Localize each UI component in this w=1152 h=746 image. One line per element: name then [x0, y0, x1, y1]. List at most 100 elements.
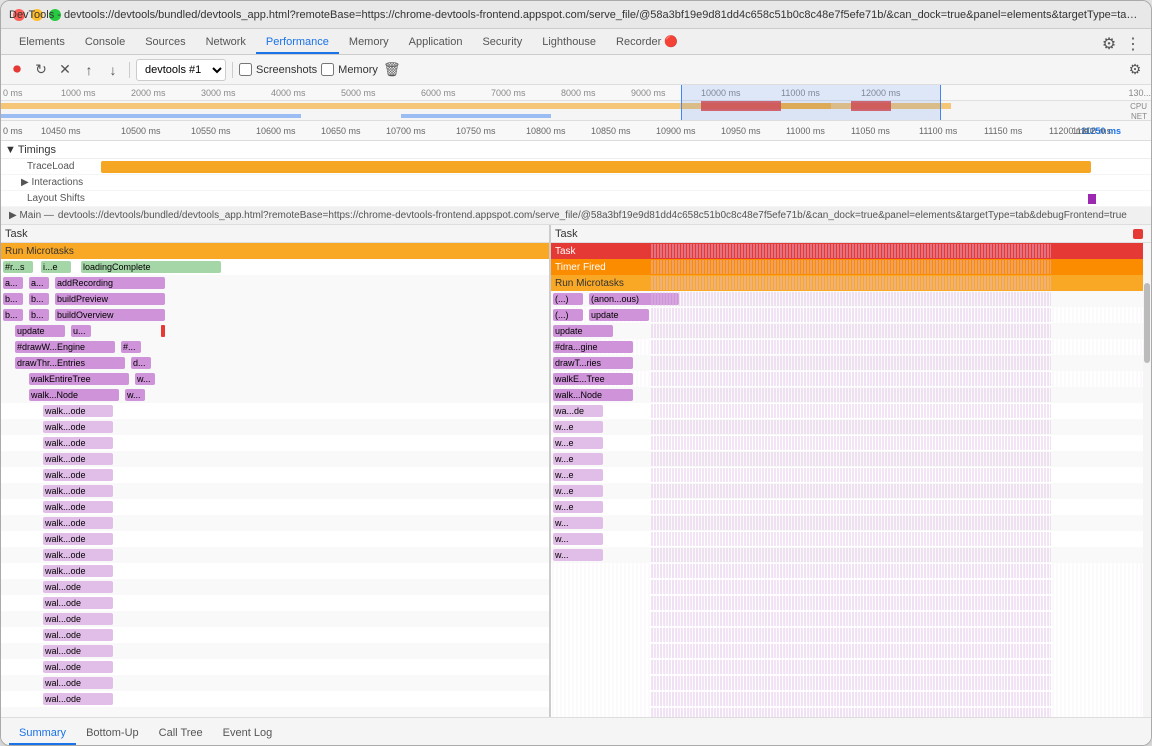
tab-console[interactable]: Console: [75, 32, 135, 54]
flame-left-rows[interactable]: Run Microtasks #r...s i...e loadingCo: [1, 243, 549, 717]
right-walk-row-3[interactable]: w...e: [551, 451, 1151, 467]
tab-lighthouse[interactable]: Lighthouse: [532, 32, 606, 54]
settings-perf-icon[interactable]: ⚙: [1125, 60, 1145, 80]
right-block-update1[interactable]: update: [589, 309, 649, 321]
walk-row-13[interactable]: wal...ode: [1, 611, 549, 627]
walk-block-13[interactable]: wal...ode: [43, 613, 113, 625]
walk-block-11[interactable]: wal...ode: [43, 581, 113, 593]
walk-row-16[interactable]: wal...ode: [1, 659, 549, 675]
right-block-walk-tree[interactable]: walkE...Tree: [553, 373, 633, 385]
tab-elements[interactable]: Elements: [9, 32, 75, 54]
right-walk-row-6[interactable]: w...e: [551, 499, 1151, 515]
walk-block-10[interactable]: walk...ode: [43, 565, 113, 577]
walk-block-14[interactable]: wal...ode: [43, 629, 113, 641]
block-build-preview[interactable]: buildPreview: [55, 293, 165, 305]
walk-row-14[interactable]: wal...ode: [1, 627, 549, 643]
flame-row-5[interactable]: update u...: [1, 323, 549, 339]
block-loading-complete[interactable]: loadingComplete: [81, 261, 221, 273]
settings-icon[interactable]: ⚙: [1099, 34, 1119, 54]
block-a2[interactable]: a...: [29, 277, 49, 289]
right-walk-block-8[interactable]: w...: [553, 533, 603, 545]
flame-row-9[interactable]: walk...Node w...: [1, 387, 549, 403]
block-b3[interactable]: b...: [3, 309, 23, 321]
right-block-paren1[interactable]: (...): [553, 293, 583, 305]
block-u[interactable]: u...: [71, 325, 91, 337]
block-build-overview[interactable]: buildOverview: [55, 309, 165, 321]
bottom-tab-calltree[interactable]: Call Tree: [149, 723, 213, 745]
block-b1[interactable]: b...: [3, 293, 23, 305]
block-walk-entire-tree[interactable]: walkEntireTree: [29, 373, 129, 385]
vertical-scrollbar[interactable]: [1143, 243, 1151, 717]
right-walk-block-9[interactable]: w...: [553, 549, 603, 561]
right-block-draw-tries[interactable]: drawT...ries: [553, 357, 633, 369]
flame-row-3[interactable]: b... b... buildPreview: [1, 291, 549, 307]
right-walk-row-0[interactable]: wa...de: [551, 403, 1151, 419]
tab-network[interactable]: Network: [196, 32, 256, 54]
tab-performance[interactable]: Performance: [256, 32, 339, 54]
right-walk-block-6[interactable]: w...e: [553, 501, 603, 513]
block-walk-node[interactable]: walk...Node: [29, 389, 119, 401]
walk-block-12[interactable]: wal...ode: [43, 597, 113, 609]
screenshots-checkbox[interactable]: [239, 63, 252, 76]
walk-block-15[interactable]: wal...ode: [43, 645, 113, 657]
task-right-row0[interactable]: Task: [551, 243, 1151, 259]
walk-row-2[interactable]: walk...ode: [1, 435, 549, 451]
refresh-icon[interactable]: ↻: [31, 60, 51, 80]
walk-block-0[interactable]: walk...ode: [43, 405, 113, 417]
right-walk-block-7[interactable]: w...: [553, 517, 603, 529]
right-walk-row-7[interactable]: w...: [551, 515, 1151, 531]
task-right-row1[interactable]: Timer Fired: [551, 259, 1151, 275]
more-options-icon[interactable]: ⋮: [1123, 34, 1143, 54]
right-walk-row-5[interactable]: w...e: [551, 483, 1151, 499]
right-walk-block-5[interactable]: w...e: [553, 485, 603, 497]
walk-block-2[interactable]: walk...ode: [43, 437, 113, 449]
walk-row-5[interactable]: walk...ode: [1, 483, 549, 499]
interactions-row[interactable]: ▶ Interactions: [1, 175, 1151, 191]
walk-row-15[interactable]: wal...ode: [1, 643, 549, 659]
block-draw-entries[interactable]: drawThr...Entries: [15, 357, 125, 369]
walk-block-17[interactable]: wal...ode: [43, 677, 113, 689]
device-select[interactable]: devtools #1: [136, 59, 226, 81]
block-i-e[interactable]: i...e: [41, 261, 71, 273]
walk-row-7[interactable]: walk...ode: [1, 515, 549, 531]
flame-row-7[interactable]: drawThr...Entries d...: [1, 355, 549, 371]
right-block-update2[interactable]: update: [553, 325, 613, 337]
block-draw-engine[interactable]: #drawW...Engine: [15, 341, 115, 353]
walk-row-6[interactable]: walk...ode: [1, 499, 549, 515]
right-walk-row-1[interactable]: w...e: [551, 419, 1151, 435]
right-block-paren2[interactable]: (...): [553, 309, 583, 321]
tab-memory[interactable]: Memory: [339, 32, 399, 54]
upload-icon[interactable]: ↑: [79, 60, 99, 80]
block-w[interactable]: w...: [135, 373, 155, 385]
task-right-row8[interactable]: walkE...Tree: [551, 371, 1151, 387]
walk-row-0[interactable]: walk...ode: [1, 403, 549, 419]
right-walk-block-2[interactable]: w...e: [553, 437, 603, 449]
memory-checkbox[interactable]: [321, 63, 334, 76]
walk-row-3[interactable]: walk...ode: [1, 451, 549, 467]
right-walk-block-3[interactable]: w...e: [553, 453, 603, 465]
flame-row-1[interactable]: #r...s i...e loadingComplete: [1, 259, 549, 275]
run-microtasks-left[interactable]: Run Microtasks: [1, 243, 549, 259]
block-b2[interactable]: b...: [29, 293, 49, 305]
timings-header[interactable]: ▼ Timings: [1, 141, 1151, 159]
clear-icon[interactable]: 🗑: [382, 60, 402, 80]
walk-row-12[interactable]: wal...ode: [1, 595, 549, 611]
task-right-row9[interactable]: walk...Node: [551, 387, 1151, 403]
flame-row-8[interactable]: walkEntireTree w...: [1, 371, 549, 387]
block-a1[interactable]: a...: [3, 277, 23, 289]
walk-block-6[interactable]: walk...ode: [43, 501, 113, 513]
task-right-row3[interactable]: (...) (anon...ous): [551, 291, 1151, 307]
right-walk-block-1[interactable]: w...e: [553, 421, 603, 433]
walk-block-4[interactable]: walk...ode: [43, 469, 113, 481]
walk-row-9[interactable]: walk...ode: [1, 547, 549, 563]
task-right-row2[interactable]: Run Microtasks: [551, 275, 1151, 291]
layout-shifts-row[interactable]: Layout Shifts: [1, 191, 1151, 207]
walk-block-16[interactable]: wal...ode: [43, 661, 113, 673]
block-b4[interactable]: b...: [29, 309, 49, 321]
tab-application[interactable]: Application: [399, 32, 473, 54]
record-icon[interactable]: ⏺: [7, 60, 27, 80]
flame-row-4[interactable]: b... b... buildOverview: [1, 307, 549, 323]
walk-row-11[interactable]: wal...ode: [1, 579, 549, 595]
right-walk-row-9[interactable]: w...: [551, 547, 1151, 563]
right-walk-block-4[interactable]: w...e: [553, 469, 603, 481]
